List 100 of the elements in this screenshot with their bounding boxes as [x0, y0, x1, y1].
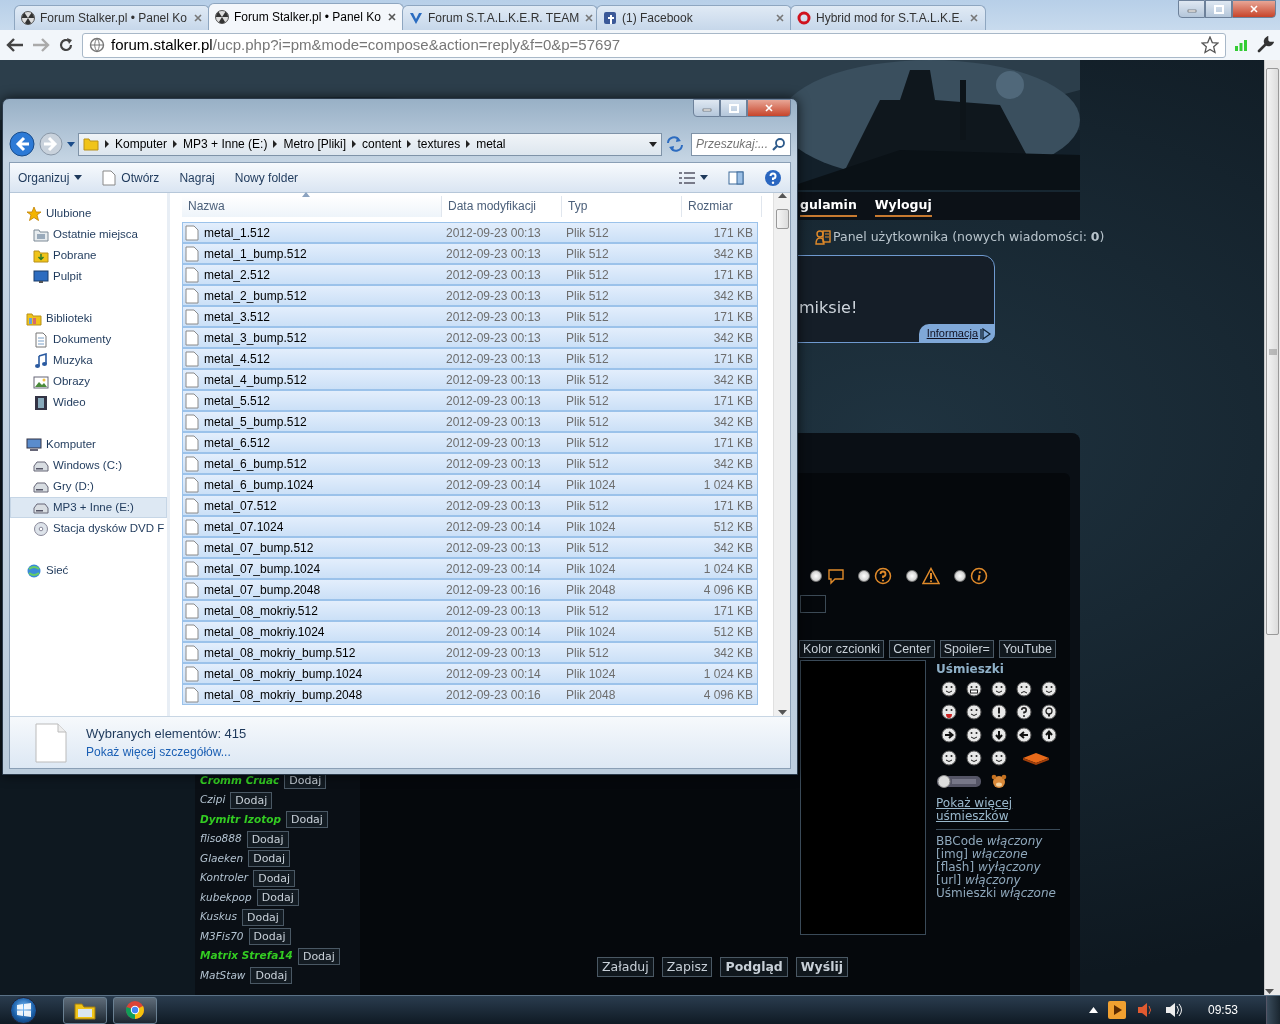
toolbar-button[interactable]: Nowy folder — [234, 168, 299, 187]
toolbar-button[interactable]: Otwórz — [102, 168, 160, 187]
back-button[interactable] — [6, 37, 24, 53]
smiley-icon[interactable] — [990, 749, 1007, 766]
question-icon[interactable] — [1015, 703, 1032, 720]
add-button[interactable]: Dodaj — [248, 928, 291, 945]
breadcrumb-item[interactable]: metal — [476, 135, 506, 154]
toolbar-button[interactable]: Nagraj — [179, 168, 215, 187]
scrollbar-thumb[interactable] — [1266, 68, 1279, 635]
more-smilies-link[interactable]: Pokaż więcej uśmieszków — [936, 796, 1026, 823]
grin-icon[interactable] — [965, 680, 982, 697]
exclamation-icon[interactable] — [990, 703, 1007, 720]
breadcrumb-item[interactable]: textures — [417, 135, 461, 154]
back-button[interactable] — [9, 131, 35, 158]
form-button[interactable]: Podgląd — [720, 956, 788, 977]
friend-name[interactable]: MatStaw — [200, 967, 246, 984]
browser-tab[interactable]: Forum Stalker.pl • Panel Ko — [208, 3, 404, 30]
sad-face-icon[interactable] — [1015, 680, 1032, 697]
file-row[interactable]: metal_08_mokriy_bump.512 2012-09-23 00:13 Plik 512 342 KB — [182, 642, 758, 663]
file-row[interactable]: metal_6.512 2012-09-23 00:13 Plik 512 171 KB — [182, 432, 758, 453]
breadcrumb-item[interactable]: MP3 + Inne (E:) — [183, 135, 268, 154]
add-button[interactable]: Dodaj — [241, 908, 284, 926]
nav-item[interactable]: Biblioteki — [10, 308, 167, 329]
maximize-button[interactable] — [720, 99, 747, 117]
nav-item[interactable]: Pulpit — [10, 266, 167, 287]
scroll-down-button[interactable] — [777, 710, 787, 716]
bulb-icon[interactable] — [1040, 703, 1057, 720]
column-header[interactable]: Data modyfikacji — [442, 196, 562, 217]
smiley-icon[interactable] — [965, 726, 982, 743]
friend-name[interactable]: kubekpop — [200, 889, 252, 906]
nav-item[interactable]: Windows (C:) — [10, 455, 167, 476]
search-field[interactable]: Przeszukaj:... — [691, 132, 791, 156]
add-button[interactable]: Dodaj — [285, 811, 328, 828]
scrollbar-thumb[interactable] — [775, 209, 789, 229]
form-button[interactable]: Wyślij — [795, 956, 849, 977]
start-button[interactable] — [10, 996, 37, 1024]
details-link[interactable]: Pokaż więcej szczegółów... — [86, 745, 231, 760]
close-icon[interactable] — [969, 13, 979, 23]
file-row[interactable]: metal_2_bump.512 2012-09-23 00:13 Plik 512 342 KB — [182, 285, 758, 306]
file-row[interactable]: metal_6_bump.1024 2012-09-23 00:14 Plik 1024 1 024 KB — [182, 474, 758, 495]
clock[interactable]: 09:53 — [1207, 1001, 1238, 1019]
nav-item[interactable]: Ulubione — [10, 203, 167, 224]
add-button[interactable]: Dodaj — [256, 889, 299, 906]
info-tab[interactable]: Informacja — [918, 324, 995, 343]
nav-item[interactable]: Wideo — [10, 392, 167, 413]
close-icon[interactable] — [387, 12, 397, 22]
friend-name[interactable]: Czipi — [200, 792, 226, 808]
nav-item[interactable]: Pobrane — [10, 245, 167, 266]
tray-app-button[interactable] — [1135, 1001, 1154, 1019]
file-row[interactable]: metal_1.512 2012-09-23 00:13 Plik 512 171 KB — [182, 222, 758, 243]
nav-link[interactable]: gulamin — [800, 195, 857, 217]
file-row[interactable]: metal_5_bump.512 2012-09-23 00:13 Plik 512 342 KB — [182, 411, 758, 432]
tongue-face-icon[interactable] — [940, 703, 957, 720]
nav-item[interactable]: Muzyka — [10, 350, 167, 371]
browser-tab[interactable]: Forum Stalker.pl • Panel Ko — [14, 5, 210, 30]
file-row[interactable]: metal_07_bump.1024 2012-09-23 00:14 Plik 1024 1 024 KB — [182, 558, 758, 579]
add-button[interactable]: Dodaj — [246, 830, 289, 848]
smiley-icon[interactable] — [965, 703, 982, 720]
add-button[interactable]: Dodaj — [250, 967, 293, 984]
add-button[interactable]: Dodaj — [230, 791, 273, 809]
add-button[interactable]: Dodaj — [248, 850, 291, 867]
friend-name[interactable]: Glaeken — [200, 850, 244, 867]
file-row[interactable]: metal_3.512 2012-09-23 00:13 Plik 512 171 KB — [182, 306, 758, 327]
tray-expand-button[interactable] — [1088, 1007, 1098, 1013]
format-button[interactable]: Spoiler= — [939, 639, 994, 658]
file-row[interactable]: metal_1_bump.512 2012-09-23 00:13 Plik 512 342 KB — [182, 243, 758, 264]
file-row[interactable]: metal_6_bump.512 2012-09-23 00:13 Plik 512 342 KB — [182, 453, 758, 474]
file-row[interactable]: metal_07.512 2012-09-23 00:13 Plik 512 171 KB — [182, 495, 758, 516]
history-button[interactable] — [67, 141, 75, 147]
help-button[interactable] — [764, 168, 782, 187]
format-button[interactable]: Center — [889, 639, 935, 658]
toolbar-button[interactable]: Organizuj — [18, 168, 83, 187]
nav-link[interactable]: Wyloguj — [874, 195, 932, 217]
banner-icon[interactable] — [936, 772, 982, 789]
column-header[interactable]: Typ — [562, 196, 682, 217]
format-button[interactable]: YouTube — [998, 639, 1056, 658]
smiley-icon[interactable] — [940, 749, 957, 766]
add-button[interactable]: Dodaj — [297, 947, 340, 965]
animal-icon[interactable] — [990, 772, 1007, 789]
nav-item[interactable]: Sieć — [10, 560, 167, 581]
form-button[interactable]: Załaduj — [597, 956, 654, 977]
format-button[interactable]: Kolor czcionki — [799, 639, 885, 658]
view-button[interactable] — [679, 171, 708, 184]
close-icon[interactable] — [193, 13, 203, 23]
file-row[interactable]: metal_07_bump.512 2012-09-23 00:13 Plik 512 342 KB — [182, 537, 758, 558]
file-row[interactable]: metal_08_mokriy_bump.2048 2012-09-23 00:16 Plik 2048 4 096 KB — [182, 684, 758, 705]
friend-name[interactable]: M3Fis70 — [200, 928, 244, 945]
file-row[interactable]: metal_08_mokriy.512 2012-09-23 00:13 Plik 512 171 KB — [182, 600, 758, 621]
nav-item[interactable]: Ostatnie miejsca — [10, 224, 167, 245]
browser-tab[interactable]: Forum S.T.A.L.K.E.R. TEAM — [402, 5, 598, 30]
taskbar-button[interactable] — [63, 996, 107, 1024]
radio-button[interactable] — [858, 569, 870, 582]
file-row[interactable]: metal_5.512 2012-09-23 00:13 Plik 512 171 KB — [182, 390, 758, 411]
breadcrumb-item[interactable]: Komputer — [115, 135, 168, 154]
radio-button[interactable] — [906, 569, 918, 582]
column-header[interactable]: Rozmiar — [682, 196, 762, 217]
file-row[interactable]: metal_4_bump.512 2012-09-23 00:13 Plik 512 342 KB — [182, 369, 758, 390]
add-button[interactable]: Dodaj — [253, 869, 296, 887]
smiley-icon[interactable] — [940, 680, 957, 697]
nav-item[interactable]: Gry (D:) — [10, 476, 167, 497]
